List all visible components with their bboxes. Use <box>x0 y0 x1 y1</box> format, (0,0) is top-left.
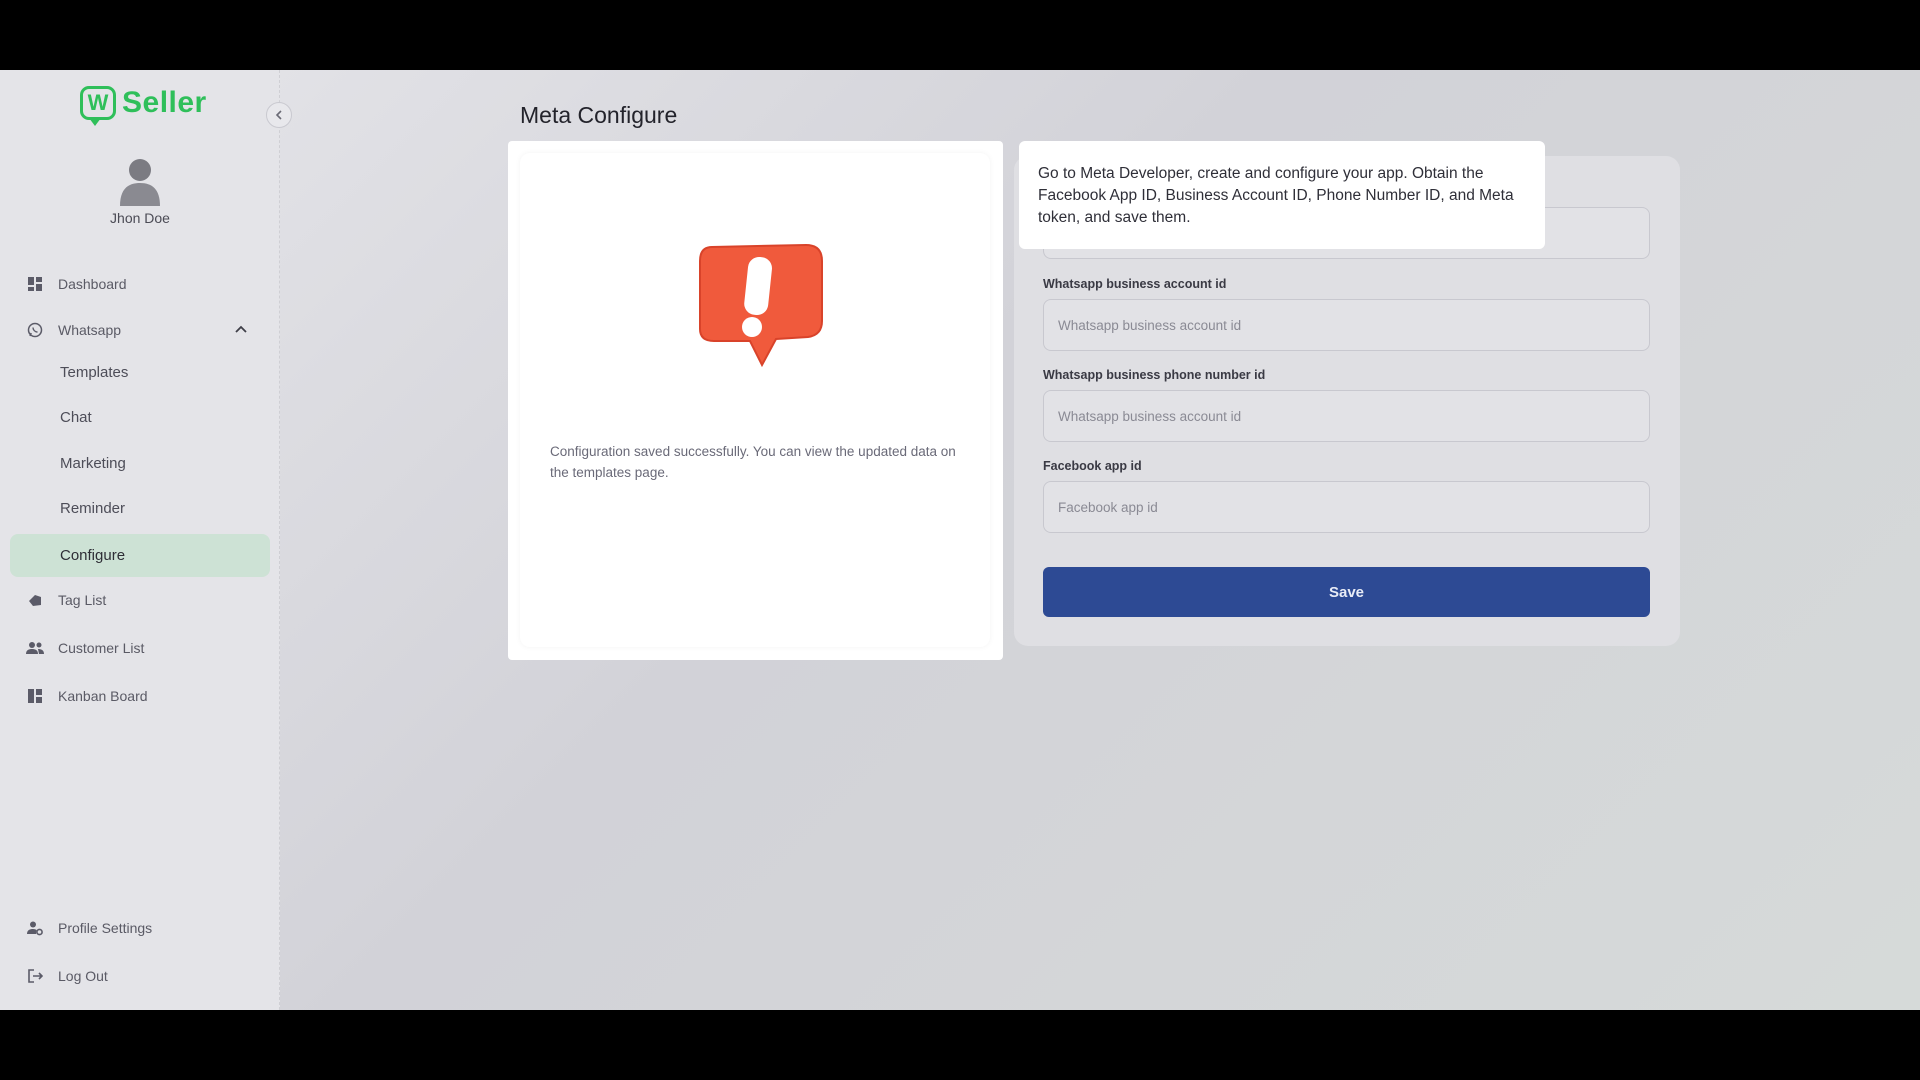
chevron-up-icon[interactable] <box>234 322 248 339</box>
sidebar-item-reminder[interactable]: Reminder <box>10 488 270 528</box>
sidebar-item-dashboard[interactable]: Dashboard <box>10 264 270 304</box>
sidebar-item-kanban-board[interactable]: Kanban Board <box>10 676 270 716</box>
app-frame: W Seller Jhon Doe Dashboard Whatsapp Tem… <box>0 70 1920 1010</box>
tag-icon <box>26 591 44 609</box>
sidebar-item-label: Dashboard <box>58 276 127 292</box>
sidebar-item-configure[interactable]: Configure <box>10 534 270 577</box>
field-placeholder: Whatsapp business account id <box>1058 317 1242 333</box>
field-placeholder: Whatsapp business account id <box>1058 408 1242 424</box>
business-account-id-label: Whatsapp business account id <box>1043 277 1227 291</box>
sidebar-item-label: Configure <box>60 547 126 564</box>
success-message: Configuration saved successfully. You ca… <box>550 444 956 480</box>
phone-number-id-label: Whatsapp business phone number id <box>1043 368 1266 382</box>
sidebar-item-label: Tag List <box>58 592 107 608</box>
facebook-app-id-field[interactable]: Facebook app id <box>1043 481 1650 533</box>
sidebar-item-templates[interactable]: Templates <box>10 352 270 392</box>
logo-text: Seller <box>122 86 207 119</box>
field-placeholder: Facebook app id <box>1058 499 1158 515</box>
sidebar-item-tag-list[interactable]: Tag List <box>10 580 270 620</box>
sidebar: W Seller Jhon Doe Dashboard Whatsapp Tem… <box>0 70 280 1010</box>
result-card-inner: Configuration saved successfully. You ca… <box>520 153 990 647</box>
sidebar-item-whatsapp[interactable]: Whatsapp <box>10 310 270 350</box>
sidebar-item-label: Chat <box>60 408 92 426</box>
logout-icon <box>26 967 44 985</box>
sidebar-item-label: Marketing <box>60 454 126 472</box>
logo-letter: W <box>87 90 109 115</box>
phone-number-id-field[interactable]: Whatsapp business account id <box>1043 390 1650 442</box>
sidebar-item-label: Whatsapp <box>58 322 122 338</box>
sidebar-item-customer-list[interactable]: Customer List <box>10 628 270 668</box>
sidebar-item-label: Profile Settings <box>58 920 153 936</box>
profile-settings-icon <box>26 919 44 937</box>
sidebar-item-label: Kanban Board <box>58 688 148 704</box>
dashboard-icon <box>26 275 44 293</box>
result-card: Configuration saved successfully. You ca… <box>508 141 1003 660</box>
sidebar-item-chat[interactable]: Chat <box>10 397 270 437</box>
sidebar-item-log-out[interactable]: Log Out <box>10 956 270 996</box>
alert-icon <box>690 237 830 372</box>
logo-badge-icon: W <box>80 86 116 126</box>
save-button[interactable]: Save <box>1043 567 1650 617</box>
business-account-id-field[interactable]: Whatsapp business account id <box>1043 299 1650 351</box>
whatsapp-icon <box>26 321 44 339</box>
logo[interactable]: W Seller <box>80 86 207 126</box>
sidebar-item-label: Templates <box>60 363 129 381</box>
user-name: Jhon Doe <box>110 210 170 226</box>
chevron-left-icon <box>275 110 282 120</box>
page-title: Meta Configure <box>520 102 678 128</box>
avatar[interactable] <box>118 156 162 206</box>
kanban-icon <box>26 687 44 705</box>
sidebar-item-label: Log Out <box>58 968 108 984</box>
facebook-app-id-label: Facebook app id <box>1043 459 1142 473</box>
sidebar-item-label: Customer List <box>58 640 145 656</box>
collapse-sidebar-button[interactable] <box>266 102 292 128</box>
sidebar-item-profile-settings[interactable]: Profile Settings <box>10 908 270 948</box>
user-silhouette-icon <box>120 159 160 206</box>
sidebar-item-label: Reminder <box>60 499 126 517</box>
people-icon <box>26 639 44 657</box>
sidebar-item-marketing[interactable]: Marketing <box>10 443 270 483</box>
help-tooltip: Go to Meta Developer, create and configu… <box>1019 141 1545 249</box>
